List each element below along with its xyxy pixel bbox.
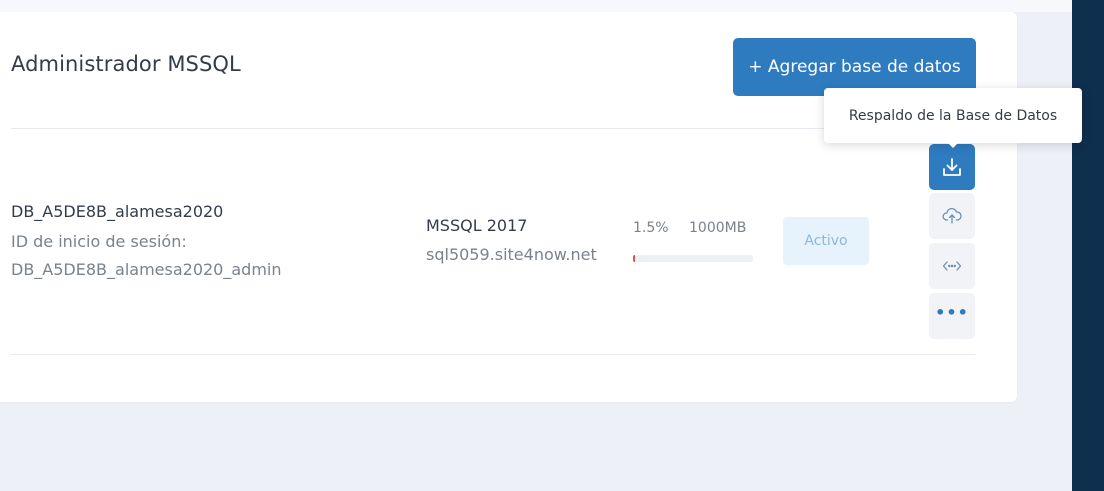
more-options-button[interactable]: ••• [929,293,975,339]
row-divider [11,354,975,355]
code-icon [941,255,963,277]
usage-progress-bar [633,255,753,262]
cloud-upload-icon [941,205,963,227]
backup-tooltip: Respaldo de la Base de Datos [824,88,1082,143]
tooltip-arrow [946,141,960,148]
ellipsis-icon: ••• [935,303,969,322]
usage-quota: 1000MB [689,220,747,236]
server-version: MSSQL 2017 [426,216,528,235]
connection-button[interactable] [929,243,975,289]
status-badge: Activo [783,217,869,265]
login-id-label: ID de inicio de sesión: [11,232,187,251]
top-strip [0,0,1072,12]
right-sidebar [1072,0,1104,491]
backup-button[interactable] [929,144,975,190]
usage-percent: 1.5% [633,220,669,236]
page-title: Administrador MSSQL [11,52,241,76]
restore-button[interactable] [929,193,975,239]
download-icon [941,156,963,178]
database-name: DB_A5DE8B_alamesa2020 [11,202,224,221]
usage-progress-fill [633,255,635,262]
login-id-value: DB_A5DE8B_alamesa2020_admin [11,260,282,279]
server-host: sql5059.site4now.net [426,245,597,264]
